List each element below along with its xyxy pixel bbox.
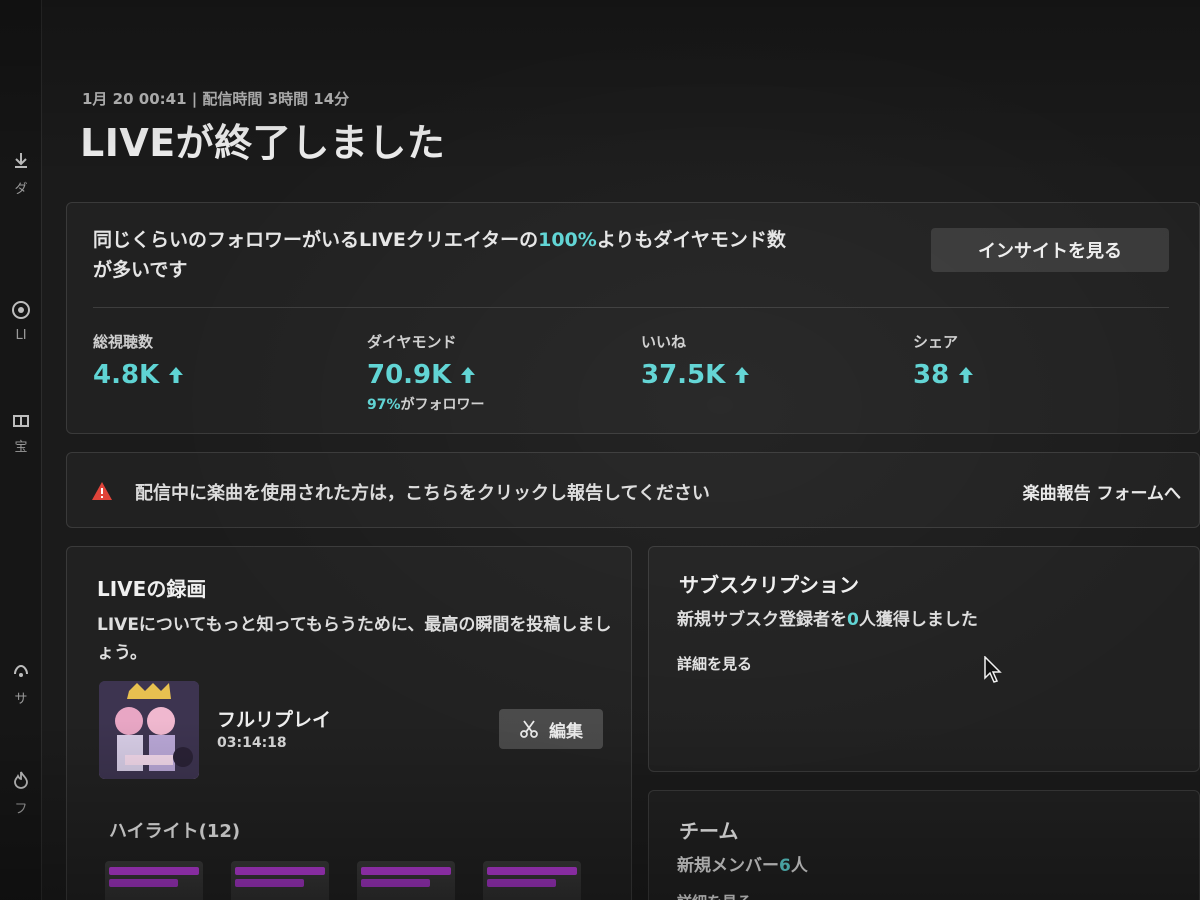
left-sidebar: ダ LI 宝 サ フ — [0, 0, 42, 900]
arrow-up-icon — [461, 367, 476, 383]
warning-icon — [92, 482, 112, 500]
live-meta: 1月 20 00:41 | 配信時間 3時間 14分 — [82, 90, 350, 108]
sidebar-item-label: フ — [14, 802, 28, 817]
stat-shares: シェア 38 — [913, 331, 1153, 390]
stat-number: 38 — [913, 360, 950, 390]
stat-label: ダイヤモンド — [367, 333, 457, 351]
subscription-card: サブスクリプション 新規サブスク登録者を0人獲得しました 詳細を見る — [648, 546, 1200, 772]
flame-icon — [14, 771, 28, 789]
replay-title[interactable]: フルリプレイ — [217, 705, 331, 732]
recording-description: LIVEについてもっと知ってもらうために、最高の瞬間を投稿しましょう。 — [97, 615, 612, 663]
highlight-thumbnail[interactable] — [357, 861, 455, 900]
sidebar-item-live[interactable]: LI — [8, 300, 34, 343]
stat-value: 38 — [913, 360, 1153, 390]
subscription-details-link[interactable]: 詳細を見る — [677, 653, 752, 674]
stat-number: 37.5K — [641, 360, 726, 390]
subscription-text: 新規サブスク登録者を0人獲得しました — [677, 605, 978, 630]
gift-icon — [13, 415, 29, 427]
sidebar-item-label: ダ — [14, 182, 28, 197]
insight-highlight: 100% — [538, 229, 597, 251]
team-text-after: 人 — [790, 856, 808, 876]
stat-label: 総視聴数 — [93, 333, 154, 351]
stat-total-views: 総視聴数 4.8K — [93, 331, 333, 390]
download-icon — [15, 153, 27, 168]
view-insights-button[interactable]: インサイトを見る — [931, 228, 1169, 272]
target-icon — [12, 301, 30, 319]
stat-value: 37.5K — [641, 360, 881, 390]
subscription-icon — [14, 664, 28, 677]
team-text: 新規メンバー6人 — [677, 851, 808, 876]
music-report-form-link[interactable]: 楽曲報告 フォームへ — [1023, 479, 1181, 504]
insight-text-before: 同じくらいのフォロワーがいるLIVEクリエイターの — [93, 229, 539, 251]
sidebar-item-subscription[interactable]: サ — [8, 660, 34, 707]
main-content: 1月 20 00:41 | 配信時間 3時間 14分 LIVEが終了しました 同… — [66, 0, 1200, 900]
page-title: LIVEが終了しました — [80, 121, 446, 165]
edit-button-label: 編集 — [549, 721, 583, 742]
stat-number: 70.9K — [367, 360, 452, 390]
stat-sub-percent: 97% — [367, 397, 401, 413]
subscription-text-after: 人獲得しました — [858, 610, 978, 630]
live-recording-card: LIVEの録画 LIVEについてもっと知ってもらうために、最高の瞬間を投稿しまし… — [66, 546, 632, 900]
arrow-up-icon — [735, 367, 750, 383]
team-count: 6 — [779, 856, 791, 876]
recording-heading: LIVEの録画 — [97, 577, 207, 601]
stat-value: 4.8K — [93, 360, 333, 390]
highlight-thumbnail[interactable] — [483, 861, 581, 900]
team-text-before: 新規メンバー — [677, 856, 779, 876]
sidebar-item-label: LI — [15, 328, 27, 343]
sidebar-item-label: 宝 — [14, 440, 28, 455]
stats-card: 同じくらいのフォロワーがいるLIVEクリエイターの100%よりもダイヤモンド数が… — [66, 202, 1200, 434]
highlights-heading: ハイライト(12) — [109, 821, 241, 842]
subscription-text-before: 新規サブスク登録者を — [677, 610, 847, 630]
notice-text: 配信中に楽曲を使用された方は，こちらをクリックし報告してください — [135, 483, 710, 504]
replay-thumbnail-art — [99, 681, 199, 779]
subscription-heading: サブスクリプション — [679, 573, 859, 597]
team-details-link[interactable]: 詳細を見る — [677, 891, 752, 900]
highlight-thumbnail[interactable] — [231, 861, 329, 900]
stat-sub-text: がフォロワー — [400, 397, 485, 413]
insight-text: 同じくらいのフォロワーがいるLIVEクリエイターの100%よりもダイヤモンド数が… — [93, 225, 793, 285]
stat-sub: 97%がフォロワー — [367, 394, 607, 414]
stat-likes: いいね 37.5K — [641, 331, 881, 390]
stat-value: 70.9K — [367, 360, 607, 390]
stat-diamonds: ダイヤモンド 70.9K 97%がフォロワー — [367, 331, 607, 414]
sidebar-item-gift[interactable]: 宝 — [8, 408, 34, 455]
replay-duration: 03:14:18 — [217, 735, 287, 751]
divider — [93, 307, 1169, 308]
stat-label: シェア — [913, 333, 959, 351]
sidebar-item-fire[interactable]: フ — [8, 770, 34, 817]
music-report-notice: 配信中に楽曲を使用された方は，こちらをクリックし報告してください 楽曲報告 フォ… — [66, 452, 1200, 528]
team-card: チーム 新規メンバー6人 詳細を見る — [648, 790, 1200, 900]
sidebar-item-download[interactable]: ダ — [8, 150, 34, 197]
sidebar-item-label: サ — [14, 692, 28, 707]
highlight-thumbnail[interactable] — [105, 861, 203, 900]
stat-label: いいね — [641, 333, 687, 351]
arrow-up-icon — [959, 367, 974, 383]
arrow-up-icon — [169, 367, 184, 383]
scissors-icon — [520, 720, 538, 738]
mouse-cursor-icon — [984, 656, 1002, 683]
stat-number: 4.8K — [93, 360, 160, 390]
team-heading: チーム — [679, 819, 739, 843]
replay-thumbnail[interactable] — [99, 681, 199, 779]
edit-button[interactable]: 編集 — [499, 709, 603, 749]
subscription-count: 0 — [847, 610, 859, 630]
